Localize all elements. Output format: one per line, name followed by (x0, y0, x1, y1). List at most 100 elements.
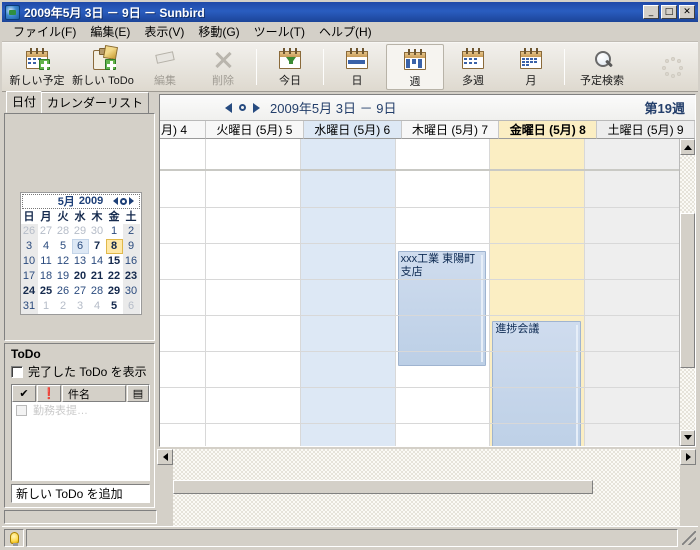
day-column-saturday[interactable] (585, 171, 679, 446)
all-day-cell-saturday[interactable] (585, 139, 679, 169)
day-header-monday[interactable]: 月) 4 (160, 121, 206, 139)
edit-button[interactable]: 編集 (136, 44, 194, 90)
day-header-tuesday[interactable]: 火曜日 (5月) 5 (206, 121, 304, 139)
calendar-event[interactable]: xxx工業 東陽町 支店 (397, 251, 487, 366)
mini-calendar-day[interactable]: 12 (55, 254, 72, 269)
calendar-event[interactable]: 進捗会議 (492, 321, 582, 446)
day-header-wednesday[interactable]: 水曜日 (5月) 6 (303, 121, 402, 139)
mini-calendar-day[interactable]: 2 (122, 223, 140, 239)
mini-calendar-day[interactable]: 6 (71, 238, 89, 254)
mini-calendar-day[interactable]: 13 (72, 254, 89, 269)
week-next-icon[interactable] (253, 102, 260, 113)
week-grid-vertical-scrollbar[interactable] (679, 139, 695, 446)
todo-list-item[interactable]: 勤務表提… (12, 402, 149, 418)
all-day-cell-thursday[interactable] (396, 139, 491, 169)
mini-calendar-day[interactable]: 19 (55, 269, 72, 284)
tab-date[interactable]: 日付 (6, 91, 43, 113)
mini-calendar-day[interactable]: 14 (89, 254, 106, 269)
new-todo-button[interactable]: 新しい ToDo (70, 44, 136, 90)
minimize-button[interactable]: _ (643, 5, 659, 19)
scroll-up-button[interactable] (680, 139, 695, 155)
close-button[interactable]: ✕ (679, 5, 695, 19)
todo-show-completed-row[interactable]: 完了した ToDo を表示 (11, 363, 150, 380)
mini-calendar-day[interactable]: 26 (20, 223, 38, 239)
mini-calendar-day[interactable]: 30 (122, 283, 140, 299)
mini-calendar-day[interactable]: 17 (20, 268, 38, 284)
todo-col-title[interactable]: 件名 (62, 385, 126, 402)
resize-grip[interactable] (682, 530, 696, 545)
find-events-button[interactable]: 予定検索 (569, 44, 635, 90)
status-tip-icon-cell[interactable] (4, 528, 24, 547)
scroll-right-button[interactable] (680, 448, 696, 465)
mini-calendar-day[interactable]: 4 (89, 299, 106, 314)
mini-calendar-day[interactable]: 3 (72, 299, 89, 314)
tab-calendar-list[interactable]: カレンダーリスト (41, 92, 150, 114)
view-day-button[interactable]: 日 (328, 44, 386, 90)
menu-tools[interactable]: ツール(T) (247, 21, 312, 42)
week-prev-icon[interactable] (225, 102, 232, 113)
mini-calendar-day[interactable]: 25 (38, 284, 55, 299)
todo-col-options[interactable]: ▤ (127, 385, 149, 402)
mini-calendar-day[interactable]: 31 (20, 298, 38, 314)
day-column-friday[interactable]: 進捗会議 フリーソフト100のブ (490, 171, 586, 446)
mini-calendar-day[interactable]: 28 (55, 224, 72, 239)
mini-calendar-day[interactable]: 1 (106, 224, 123, 239)
day-column-monday[interactable] (160, 171, 206, 446)
mini-calendar[interactable]: 5月 2009 日 月 火 水 木 金 土 26 27 28 29 30 1 2… (19, 191, 142, 315)
todo-show-completed-checkbox[interactable] (11, 365, 23, 378)
menu-edit[interactable]: 編集(E) (83, 21, 137, 42)
mini-calendar-day[interactable]: 27 (38, 224, 55, 239)
mini-calendar-day[interactable]: 1 (38, 299, 55, 314)
mini-calendar-day[interactable]: 28 (89, 284, 106, 299)
all-day-cell-wednesday[interactable] (300, 139, 396, 169)
menu-go[interactable]: 移動(G) (191, 21, 246, 42)
mini-calendar-day[interactable]: 23 (122, 268, 140, 284)
mini-calendar-day[interactable]: 18 (38, 269, 55, 284)
mini-calendar-day[interactable]: 8 (105, 238, 123, 254)
mini-calendar-day[interactable]: 21 (89, 269, 106, 284)
mini-calendar-day[interactable]: 2 (55, 299, 72, 314)
day-header-thursday[interactable]: 木曜日 (5月) 7 (401, 121, 500, 139)
mini-calendar-day[interactable]: 26 (55, 284, 72, 299)
vertical-scrollbar-thumb[interactable] (680, 213, 695, 368)
todo-item-checkbox[interactable] (16, 404, 27, 416)
week-view-horizontal-scrollbar[interactable] (157, 448, 696, 526)
todo-add-input[interactable]: 新しい ToDo を追加 (11, 484, 150, 503)
week-today-icon[interactable] (239, 104, 246, 111)
menu-file[interactable]: ファイル(F) (6, 21, 83, 42)
mini-calendar-day[interactable]: 11 (38, 254, 55, 269)
day-column-wednesday[interactable] (300, 171, 396, 446)
view-month-button[interactable]: 月 (502, 44, 560, 90)
day-header-friday[interactable]: 金曜日 (5月) 8 (499, 121, 598, 139)
horizontal-scrollbar-track[interactable] (173, 448, 680, 526)
all-day-cell-friday[interactable] (490, 139, 586, 169)
mini-calendar-day[interactable]: 15 (106, 254, 123, 269)
maximize-button[interactable]: □ (661, 5, 677, 19)
mini-calendar-day[interactable]: 24 (20, 283, 38, 299)
mini-calendar-day[interactable]: 4 (38, 239, 55, 254)
view-week-button[interactable]: 週 (386, 44, 444, 90)
todo-col-complete[interactable]: ✔ (12, 385, 36, 402)
scroll-left-button[interactable] (157, 448, 173, 465)
todo-list[interactable]: ✔ ❗ 件名 ▤ 勤務表提… (11, 384, 150, 481)
mini-calendar-day[interactable]: 5 (106, 299, 123, 314)
menu-view[interactable]: 表示(V) (137, 21, 191, 42)
mini-calendar-today-icon[interactable] (119, 197, 127, 205)
view-multiweek-button[interactable]: 多週 (444, 44, 502, 90)
mini-calendar-day[interactable]: 9 (122, 238, 140, 254)
mini-calendar-day[interactable]: 30 (89, 224, 106, 239)
today-button[interactable]: 今日 (261, 44, 319, 90)
all-day-cell-monday[interactable] (160, 139, 206, 169)
mini-calendar-day[interactable]: 27 (72, 284, 89, 299)
mini-calendar-next-icon[interactable] (128, 197, 134, 205)
mini-calendar-day[interactable]: 5 (55, 239, 72, 254)
all-day-cell-tuesday[interactable] (206, 139, 301, 169)
mini-calendar-day[interactable]: 10 (20, 253, 38, 269)
mini-calendar-day[interactable]: 3 (20, 238, 38, 254)
mini-calendar-day[interactable]: 7 (89, 239, 106, 254)
scroll-down-button[interactable] (680, 429, 695, 446)
todo-col-priority[interactable]: ❗ (37, 385, 61, 402)
day-column-thursday[interactable]: xxx工業 東陽町 支店 (395, 171, 491, 446)
mini-calendar-prev-icon[interactable] (112, 197, 118, 205)
mini-calendar-day[interactable]: 16 (122, 253, 140, 269)
